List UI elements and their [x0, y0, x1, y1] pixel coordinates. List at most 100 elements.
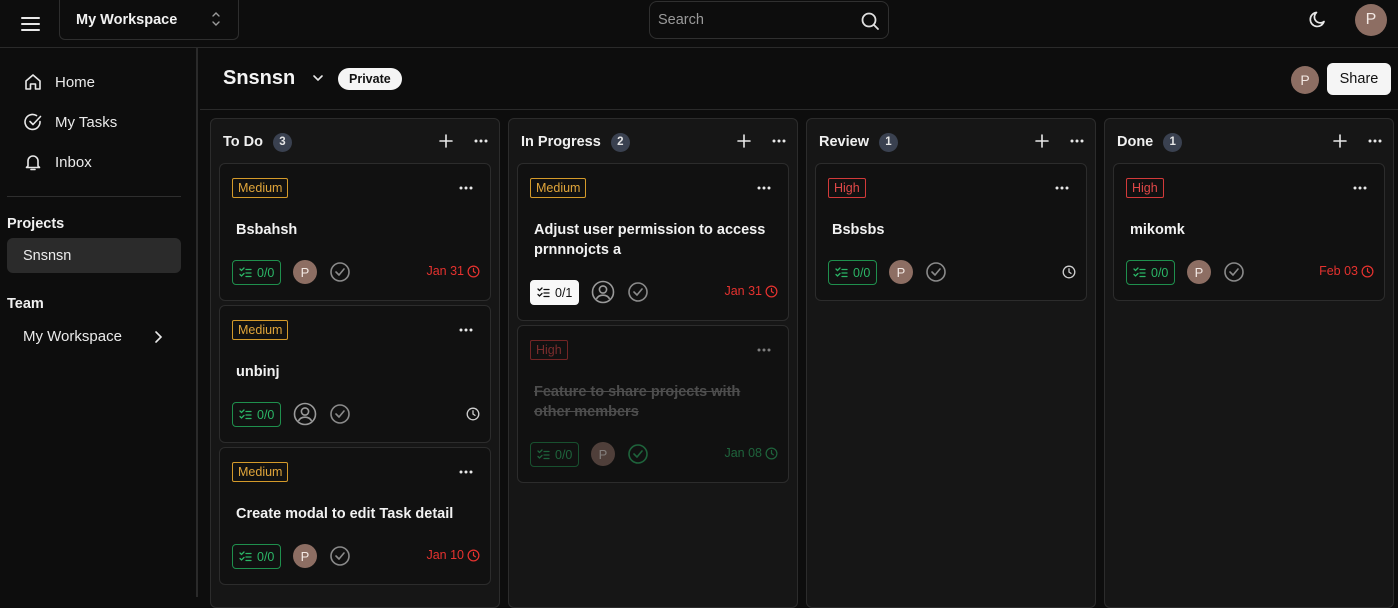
- more-options-icon[interactable]: [1069, 133, 1085, 149]
- subtask-counter[interactable]: 0/0: [232, 260, 282, 285]
- priority-badge: High: [530, 340, 568, 360]
- sidebar-item-team-workspace[interactable]: My Workspace: [23, 328, 163, 345]
- chevron-right-icon: [155, 330, 163, 343]
- sidebar-item-label: My Tasks: [55, 113, 118, 131]
- clock-icon[interactable]: [466, 407, 480, 421]
- subtask-counter[interactable]: 0/0: [232, 544, 282, 569]
- chevron-down-icon[interactable]: [312, 72, 324, 84]
- checklist-icon: [1133, 267, 1146, 278]
- column-header: Done 1: [1117, 131, 1383, 153]
- task-card-footer: 0/1 Jan 31: [530, 280, 778, 306]
- unassigned-user-icon[interactable]: [293, 402, 317, 426]
- user-avatar[interactable]: P: [1355, 4, 1387, 36]
- more-options-icon[interactable]: [458, 466, 474, 478]
- sidebar-item-label: Home: [55, 73, 96, 91]
- task-card[interactable]: High Feature to share projects with other…: [517, 325, 789, 483]
- mark-complete-icon[interactable]: [329, 403, 351, 425]
- share-button[interactable]: Share: [1327, 63, 1391, 95]
- add-task-icon[interactable]: [438, 133, 454, 149]
- task-card-content: High Bsbsbs 0/0 P: [816, 164, 1086, 300]
- task-title[interactable]: Create modal to edit Task detail: [236, 504, 476, 524]
- task-card-footer: 0/0 P Jan 31: [232, 260, 480, 286]
- due-date-text: Jan 31: [426, 264, 464, 278]
- mark-complete-icon[interactable]: [925, 261, 947, 283]
- column-header: To Do 3: [223, 131, 489, 153]
- workspace-selector[interactable]: My Workspace: [59, 0, 239, 40]
- task-card[interactable]: Medium unbinj 0/0: [219, 305, 491, 443]
- task-card-content: Medium Adjust user permission to access p…: [518, 164, 788, 320]
- projects-heading: Projects: [7, 216, 65, 232]
- unassigned-user-icon[interactable]: [591, 280, 615, 304]
- search-icon[interactable]: [860, 11, 880, 31]
- more-options-icon[interactable]: [756, 182, 772, 194]
- workspace-selector-label: My Workspace: [76, 11, 178, 28]
- subtask-counter[interactable]: 0/1: [530, 280, 580, 305]
- mark-complete-icon[interactable]: [329, 545, 351, 567]
- assignee-avatar[interactable]: P: [293, 260, 317, 284]
- assignee-avatar[interactable]: P: [591, 442, 615, 466]
- add-task-icon[interactable]: [1034, 133, 1050, 149]
- task-title[interactable]: unbinj: [236, 362, 476, 382]
- sidebar-item-inbox[interactable]: Inbox: [23, 152, 92, 172]
- due-date[interactable]: Jan 31: [724, 284, 778, 298]
- task-card[interactable]: High mikomk 0/0 P Feb 03: [1113, 163, 1385, 301]
- task-title[interactable]: Bsbahsh: [236, 220, 476, 240]
- column-count-badge: 3: [273, 132, 292, 152]
- more-options-icon[interactable]: [473, 133, 489, 149]
- add-task-icon[interactable]: [736, 133, 752, 149]
- search-input[interactable]: Search: [649, 1, 889, 39]
- assignee-avatar[interactable]: P: [293, 544, 317, 568]
- more-options-icon[interactable]: [1054, 182, 1070, 194]
- assignee-avatar[interactable]: P: [1187, 260, 1211, 284]
- priority-badge: High: [828, 178, 866, 198]
- subtask-count: 0/0: [257, 407, 275, 422]
- due-date[interactable]: Jan 31: [426, 264, 480, 278]
- more-options-icon[interactable]: [771, 133, 787, 149]
- sidebar: Home My Tasks Inbox Projects Snsnsn Team…: [0, 48, 198, 597]
- checklist-icon: [239, 267, 252, 278]
- task-title[interactable]: Bsbsbs: [832, 220, 1072, 240]
- board-column: Done 1 High mikomk 0/0 P Feb 03: [1104, 118, 1394, 608]
- assignee-avatar[interactable]: P: [889, 260, 913, 284]
- subtask-counter[interactable]: 0/0: [828, 260, 878, 285]
- dark-mode-toggle-icon[interactable]: [1308, 9, 1328, 29]
- subtask-counter[interactable]: 0/0: [1126, 260, 1176, 285]
- task-card[interactable]: Medium Adjust user permission to access p…: [517, 163, 789, 321]
- due-date[interactable]: Jan 08: [724, 446, 778, 460]
- task-title[interactable]: mikomk: [1130, 220, 1370, 240]
- due-date[interactable]: Jan 10: [426, 548, 480, 562]
- task-card-content: Medium Bsbahsh 0/0 P Jan 31: [220, 164, 490, 300]
- more-options-icon[interactable]: [458, 324, 474, 336]
- task-card[interactable]: Medium Create modal to edit Task detail 0/…: [219, 447, 491, 585]
- more-options-icon[interactable]: [458, 182, 474, 194]
- menu-icon[interactable]: [20, 12, 42, 34]
- top-bar: My Workspace Search P: [0, 0, 1398, 48]
- column-title: Review: [819, 134, 869, 150]
- subtask-counter[interactable]: 0/0: [232, 402, 282, 427]
- mark-complete-icon[interactable]: [1223, 261, 1245, 283]
- more-options-icon[interactable]: [1352, 182, 1368, 194]
- mark-complete-icon[interactable]: [627, 281, 649, 303]
- clock-icon[interactable]: [1062, 265, 1076, 279]
- team-heading: Team: [7, 296, 44, 312]
- board-header: Snsnsn Private P Share: [200, 48, 1398, 110]
- more-options-icon[interactable]: [1367, 133, 1383, 149]
- task-card[interactable]: High Bsbsbs 0/0 P: [815, 163, 1087, 301]
- sidebar-item-my-tasks[interactable]: My Tasks: [23, 112, 117, 132]
- mark-complete-icon[interactable]: [329, 261, 351, 283]
- due-date-text: Feb 03: [1319, 264, 1358, 278]
- board-member-avatar[interactable]: P: [1291, 66, 1319, 94]
- completed-check-icon[interactable]: [627, 443, 649, 465]
- task-title[interactable]: Adjust user permission to access prnnnoj…: [534, 220, 774, 260]
- priority-badge: Medium: [232, 320, 289, 340]
- column-title: To Do: [223, 134, 263, 150]
- sidebar-item-home[interactable]: Home: [23, 72, 95, 92]
- due-date[interactable]: Feb 03: [1319, 264, 1374, 278]
- sidebar-item-project[interactable]: Snsnsn: [7, 238, 181, 273]
- add-task-icon[interactable]: [1332, 133, 1348, 149]
- task-title[interactable]: Feature to share projects with other mem…: [534, 382, 774, 422]
- task-card[interactable]: Medium Bsbahsh 0/0 P Jan 31: [219, 163, 491, 301]
- task-card-footer: 0/0 P Feb 03: [1126, 260, 1374, 286]
- more-options-icon[interactable]: [756, 344, 772, 356]
- subtask-counter[interactable]: 0/0: [530, 442, 580, 467]
